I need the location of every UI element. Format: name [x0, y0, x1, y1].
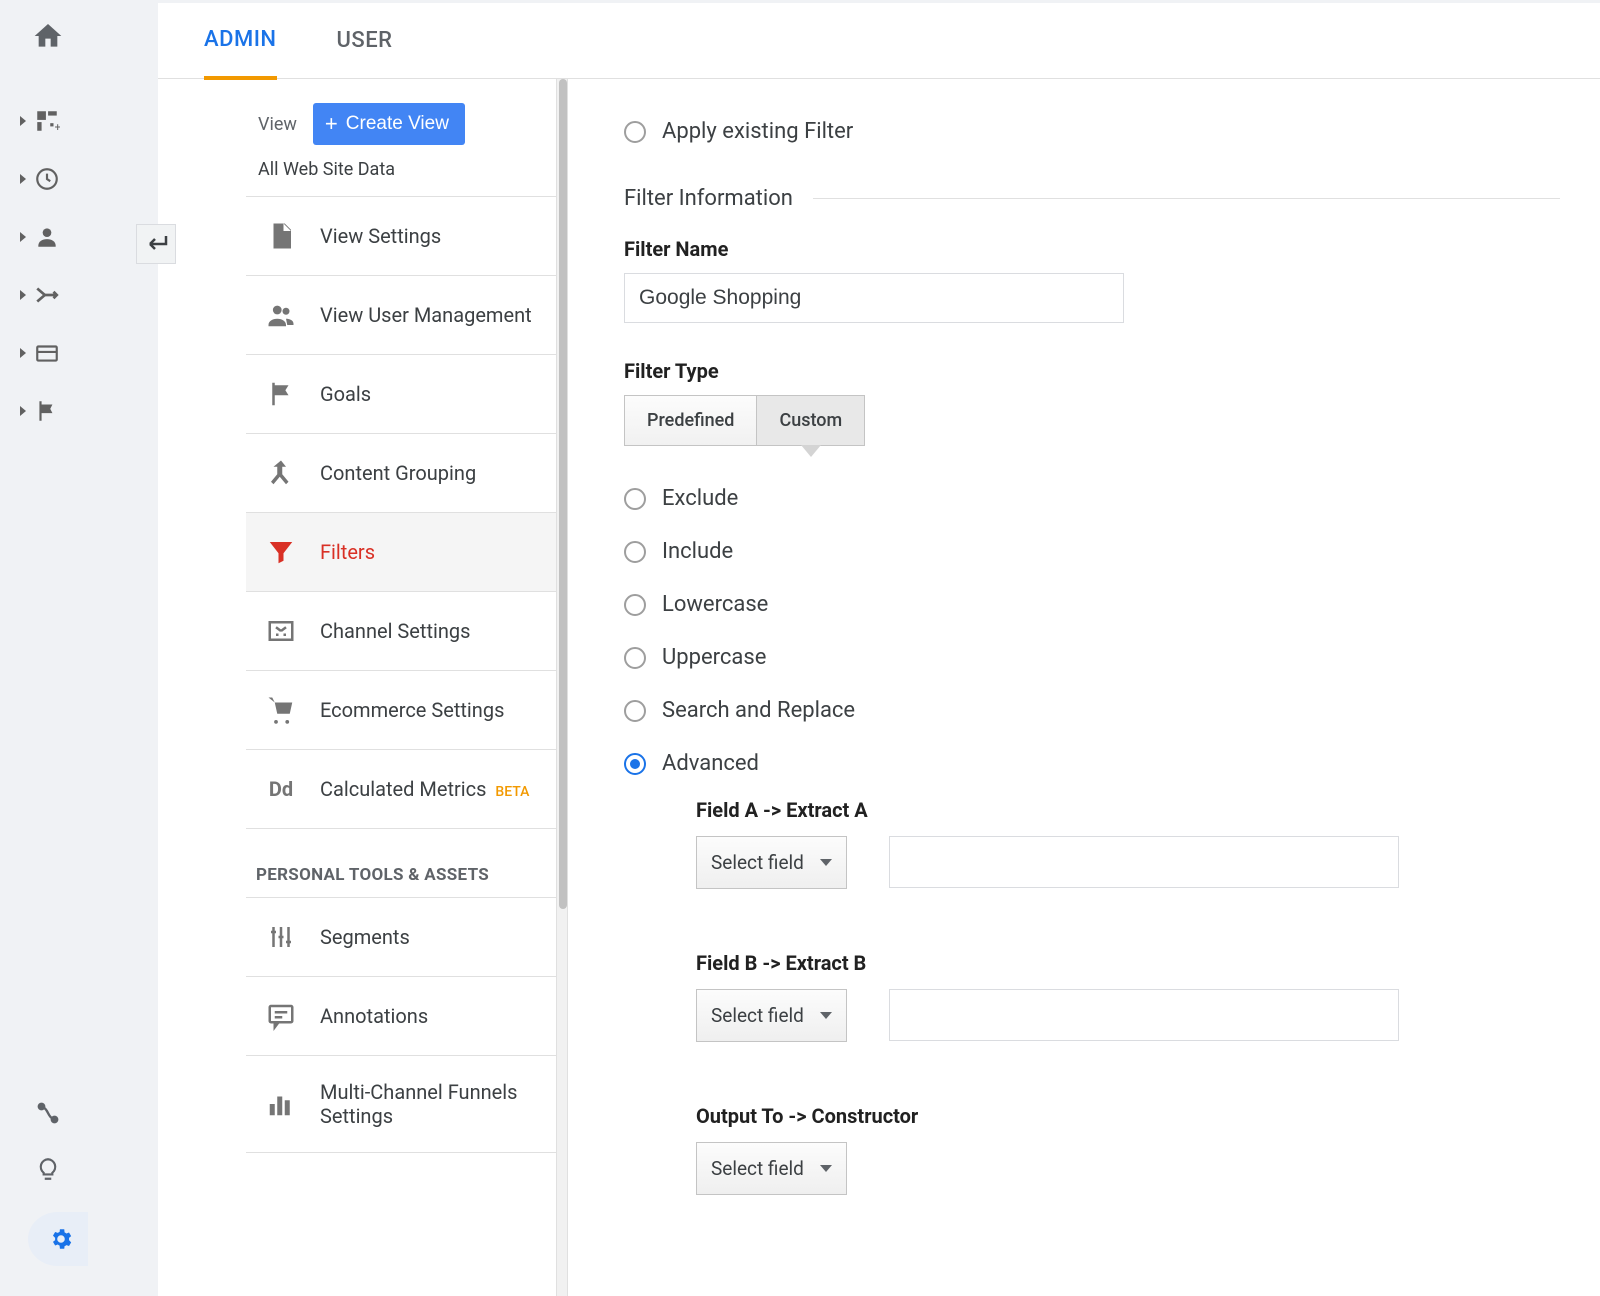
home-icon[interactable] — [32, 20, 64, 52]
chevron-right-icon — [20, 406, 26, 416]
dd-icon: Dd — [266, 774, 296, 804]
cart-icon — [266, 695, 296, 725]
nav-customization[interactable]: + — [20, 108, 76, 134]
chevron-down-icon — [820, 1012, 832, 1019]
radio-icon — [624, 488, 646, 510]
filter-type-toggle: Predefined Custom — [624, 395, 1560, 446]
apply-existing-filter-radio[interactable]: Apply existing Filter — [624, 119, 1560, 144]
menu-filters[interactable]: Filters — [246, 513, 556, 592]
menu-mcf-settings[interactable]: Multi-Channel Funnels Settings — [246, 1056, 556, 1153]
create-view-button[interactable]: + Create View — [313, 103, 465, 145]
annotation-icon — [266, 1001, 296, 1031]
view-label: View — [258, 114, 297, 135]
filter-name-input[interactable] — [624, 273, 1124, 323]
main-card: ADMIN USER View + Create View All Web Si… — [158, 3, 1600, 1296]
view-column: View + Create View All Web Site Data Vie… — [158, 79, 556, 1296]
chevron-right-icon — [20, 290, 26, 300]
radio-icon — [624, 594, 646, 616]
clock-icon — [34, 166, 60, 192]
channel-icon — [266, 616, 296, 646]
radio-include[interactable]: Include — [624, 539, 1560, 564]
custom-button[interactable]: Custom — [756, 395, 865, 446]
dashboard-icon: + — [34, 108, 60, 134]
radio-icon — [624, 753, 646, 775]
menu-annotations[interactable]: Annotations — [246, 977, 556, 1056]
radio-uppercase[interactable]: Uppercase — [624, 645, 1560, 670]
divider — [813, 198, 1560, 199]
menu-goals[interactable]: Goals — [246, 355, 556, 434]
chevron-right-icon — [20, 348, 26, 358]
radio-search-replace[interactable]: Search and Replace — [624, 698, 1560, 723]
field-a-select[interactable]: Select field — [696, 836, 847, 889]
left-nav-rail: + — [0, 0, 96, 1296]
field-a-label: Field A -> Extract A — [696, 798, 1560, 822]
output-label: Output To -> Constructor — [696, 1104, 1560, 1128]
extract-b-input[interactable] — [889, 989, 1399, 1041]
radio-icon — [624, 700, 646, 722]
back-arrow-icon — [144, 234, 168, 254]
attribution-icon[interactable] — [35, 1100, 61, 1126]
flag-icon — [266, 379, 296, 409]
tab-user[interactable]: USER — [337, 4, 393, 77]
card-icon — [34, 340, 60, 366]
radio-icon — [624, 121, 646, 143]
nav-behavior[interactable] — [20, 340, 76, 366]
menu-content-grouping[interactable]: Content Grouping — [246, 434, 556, 513]
section-personal-tools: PERSONAL TOOLS & ASSETS — [246, 829, 556, 897]
extract-a-input[interactable] — [889, 836, 1399, 888]
chevron-right-icon — [20, 232, 26, 242]
radio-exclude[interactable]: Exclude — [624, 486, 1560, 511]
chevron-down-icon — [820, 859, 832, 866]
flag-icon — [34, 398, 60, 424]
plus-icon: + — [325, 111, 338, 137]
radio-icon — [624, 647, 646, 669]
output-select[interactable]: Select field — [696, 1142, 847, 1195]
nav-audience[interactable] — [20, 224, 76, 250]
admin-tabs: ADMIN USER — [158, 3, 1600, 79]
nav-conversions[interactable] — [20, 398, 76, 424]
menu-user-management[interactable]: View User Management — [246, 276, 556, 355]
merge-icon — [266, 458, 296, 488]
menu-segments[interactable]: Segments — [246, 897, 556, 977]
gear-icon — [48, 1226, 74, 1252]
vertical-scrollbar[interactable] — [556, 79, 568, 1296]
chevron-right-icon — [20, 174, 26, 184]
filter-form: Apply existing Filter Filter Information… — [568, 79, 1600, 1296]
people-icon — [266, 300, 296, 330]
svg-text:+: + — [55, 121, 60, 134]
view-name[interactable]: All Web Site Data — [246, 159, 556, 197]
segments-icon — [266, 922, 296, 952]
menu-calculated-metrics[interactable]: Dd Calculated Metrics BETA — [246, 750, 556, 829]
admin-gear-active[interactable] — [28, 1212, 88, 1266]
bars-icon — [266, 1089, 296, 1119]
person-icon — [34, 224, 60, 250]
nav-acquisition[interactable] — [20, 282, 76, 308]
tab-admin[interactable]: ADMIN — [204, 3, 277, 80]
arrows-merge-icon — [34, 282, 60, 308]
menu-ecommerce[interactable]: Ecommerce Settings — [246, 671, 556, 750]
menu-channel-settings[interactable]: Channel Settings — [246, 592, 556, 671]
filter-information-heading: Filter Information — [624, 186, 793, 211]
field-b-label: Field B -> Extract B — [696, 951, 1560, 975]
document-icon — [266, 221, 296, 251]
beta-badge: BETA — [495, 784, 529, 800]
filter-name-label: Filter Name — [624, 237, 1560, 261]
filter-type-label: Filter Type — [624, 359, 1560, 383]
chevron-down-icon — [820, 1165, 832, 1172]
field-b-select[interactable]: Select field — [696, 989, 847, 1042]
radio-advanced[interactable]: Advanced — [624, 751, 1560, 776]
discover-icon[interactable] — [35, 1156, 61, 1182]
menu-view-settings[interactable]: View Settings — [246, 197, 556, 276]
predefined-button[interactable]: Predefined — [624, 395, 756, 446]
radio-lowercase[interactable]: Lowercase — [624, 592, 1560, 617]
radio-icon — [624, 541, 646, 563]
funnel-icon — [266, 537, 296, 567]
nav-realtime[interactable] — [20, 166, 76, 192]
back-button[interactable] — [136, 224, 176, 264]
scrollbar-thumb[interactable] — [559, 79, 567, 909]
chevron-right-icon — [20, 116, 26, 126]
